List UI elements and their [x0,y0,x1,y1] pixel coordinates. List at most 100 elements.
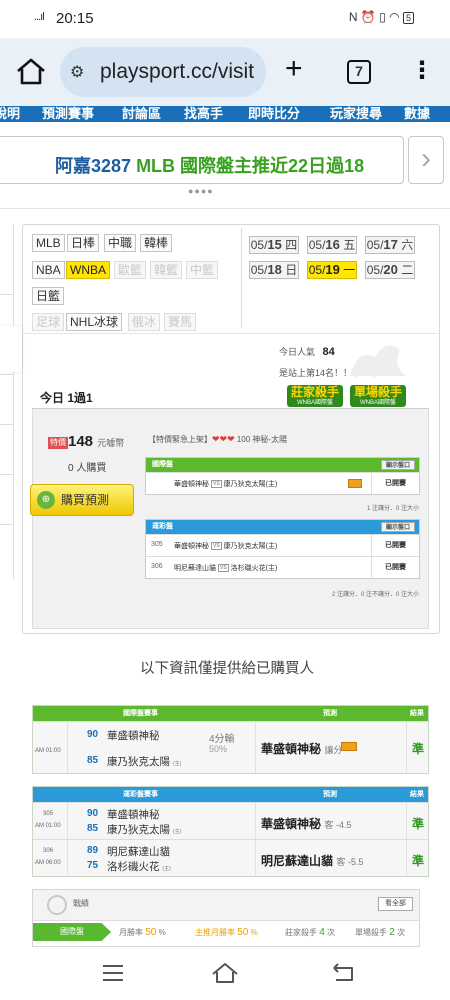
recent-apps-button[interactable] [100,960,126,986]
nav-item[interactable]: 數據 [404,106,430,122]
show-odds-button[interactable]: 顯示盤口 [380,460,415,470]
result-correct: 準 [412,817,425,831]
today-title: 今日 1過1 [40,391,93,405]
result-correct: 準 [412,742,425,756]
single-game-killer-badge: 單場殺手 WNBA國際盤 [350,385,407,407]
target-icon [47,895,67,915]
stat-monthly-winrate: 月勝率 50 % [119,927,166,938]
new-tab-button[interactable]: + [285,52,303,86]
cart-icon: ⊕ [37,491,55,509]
sale-tag: 特價 [48,437,68,449]
wifi-icon: ◠ [389,10,400,24]
divider [22,333,440,334]
home-icon [17,58,45,85]
league-cpbl[interactable]: 中職 [104,234,137,252]
decorative-figure-icon [350,345,406,376]
result-correct: 準 [412,854,425,868]
buyer-count: 0 人購買 [68,463,107,474]
league-wnba[interactable]: WNBA [66,261,110,279]
url-text[interactable]: playsport.cc/visit [100,60,254,84]
stat-main-monthly-winrate: 主推月勝率 50 % [195,927,258,938]
sale-notice: 【特價緊急上架】❤❤❤ 100 神秘-太陽 [148,434,288,444]
banner-name: 阿嘉3287 [55,156,132,176]
battery-icon: 5 [402,12,414,24]
intl-results-table: 國際盤賽事 預測 結果 AM 01:00 90 華盛頓神秘 85 康乃狄克太陽 … [32,705,429,774]
status-started: 已開賽 [371,473,419,494]
stat-single-killer: 單場殺手 2 次 [355,927,406,938]
system-nav-bar [0,948,450,1000]
divider [0,208,450,209]
side-tab[interactable] [0,326,22,372]
table-row: AM 01:00 90 華盛頓神秘 85 康乃狄克太陽 (主) 4分輸 50% … [33,721,428,773]
game-icon [341,742,357,751]
date-0516[interactable]: 05/16 五 [307,236,357,254]
home-nav-button[interactable] [210,960,240,986]
nav-item[interactable]: 找高手 [184,106,223,122]
site-nav: 說明 預測賽事 討論區 找高手 即時比分 玩家搜尋 數據 [0,106,450,122]
date-0517[interactable]: 05/17 六 [365,236,415,254]
promo-banner[interactable]: 阿嘉3287 MLB 國際盤主推近22日過18 [0,136,404,184]
side-strip [0,224,14,579]
banner-text: MLB 國際盤主推近22日過18 [136,156,365,176]
league-jp-basketball[interactable]: 日籃 [32,287,65,305]
home-button[interactable] [14,56,48,86]
table-row: 306 AM 06:00 89 明尼蘇達山貓 75 洛杉磯火花 (主) 明尼蘇達… [33,839,428,876]
nfc-icon: N [348,10,358,24]
league-horse-racing: 賽馬 [164,313,197,331]
league-khl: 俄冰 [128,313,161,331]
table-row: 306 明尼蘇達山貓 VS 洛杉磯火花(主) 已開賽 [146,556,419,578]
league-kbo[interactable]: 韓棒 [140,234,173,252]
league-nhl[interactable]: NHL冰球 [66,313,123,331]
status-started: 已開賽 [371,535,419,556]
date-0515[interactable]: 05/15 四 [249,236,299,254]
banker-killer-badge: 莊家殺手 WNBA國際盤 [287,385,344,407]
signal-icon: ...ıl [34,11,45,23]
league-jp-baseball[interactable]: 日棒 [67,234,100,252]
table-row: 華盛頓神秘 VS 康乃狄克太陽(主) 已開賽 [146,472,419,494]
nav-item[interactable]: 說明 [0,106,20,122]
popularity: 今日人氣 84 [279,346,335,358]
table-row: 305 AM 01:00 90 華盛頓神秘 85 康乃狄克太陽 (主) 華盛頓神… [33,802,428,839]
show-odds-button[interactable]: 顯示盤口 [380,522,415,532]
record-title: 戰績 [73,899,89,908]
lottery-table-footer: 2 注讓分．0 注不讓分．0 注大小 [331,592,419,598]
league-kr-basketball: 韓籃 [150,261,183,279]
nav-item[interactable]: 玩家搜尋 [330,106,382,122]
league-mlb[interactable]: MLB [32,234,65,252]
tab-intl[interactable]: 國際盤 [33,923,111,941]
vibrate-icon: ▯ [379,10,386,24]
lottery-odds-table: 運彩盤 顯示盤口 305 華盛頓神秘 VS 康乃狄克太陽(主) 已開賽 306 明尼… [145,519,420,579]
table-row: 305 華盛頓神秘 VS 康乃狄克太陽(主) 已開賽 [146,534,419,556]
site-settings-icon[interactable]: ⚙ [70,62,84,82]
divider [241,228,242,328]
nav-item[interactable]: 討論區 [122,106,161,122]
nav-item[interactable]: 預測賽事 [42,106,94,122]
nav-item[interactable]: 即時比分 [248,106,300,122]
tab-switcher-button[interactable]: 7 [347,60,371,84]
date-0518[interactable]: 05/18 日 [249,261,299,279]
view-all-button[interactable]: 看全部 [378,897,413,911]
back-button[interactable] [330,960,356,986]
date-0519[interactable]: 05/19 一 [307,261,357,279]
league-cn-basketball: 中籃 [186,261,219,279]
popularity-count: 84 [322,346,335,358]
alarm-icon: ⏰ [360,10,376,24]
browser-toolbar: ⚙ playsport.cc/visit + 7 ⋮ [0,38,450,106]
buyers-only-notice: 以下資訊僅提供給已購買人 [140,661,314,677]
league-soccer: 足球 [32,313,65,331]
banner-next-button[interactable]: › [408,136,444,184]
record-box: 戰績 看全部 國際盤 月勝率 50 % 主推月勝率 50 % 莊家殺手 4 次 … [32,889,420,947]
league-eu-basketball: 歐籃 [114,261,147,279]
carousel-dots: ●●●● [188,186,214,196]
lottery-results-table: 運彩盤賽事 預測 結果 305 AM 01:00 90 華盛頓神秘 85 康乃狄… [32,786,429,877]
record-tabs: 國際盤 月勝率 50 % 主推月勝率 50 % 莊家殺手 4 次 單場殺手 2 … [33,920,419,946]
date-0520[interactable]: 05/20 二 [365,261,415,279]
status-bar: ...ıl 20:15 N ⏰ ▯ ◠ 5 [0,0,450,38]
league-nba[interactable]: NBA [32,261,65,279]
url-bar[interactable]: ⚙ playsport.cc/visit [60,47,266,97]
price: 148 元噱幣 [68,433,125,450]
status-icons: N ⏰ ▯ ◠ 5 [349,10,414,24]
browser-menu-button[interactable]: ⋮ [410,56,434,86]
buy-prediction-button[interactable]: ⊕ 購買預測 [30,484,134,516]
intl-table-footer: 1 注讓分．0 注大小 [366,506,419,512]
